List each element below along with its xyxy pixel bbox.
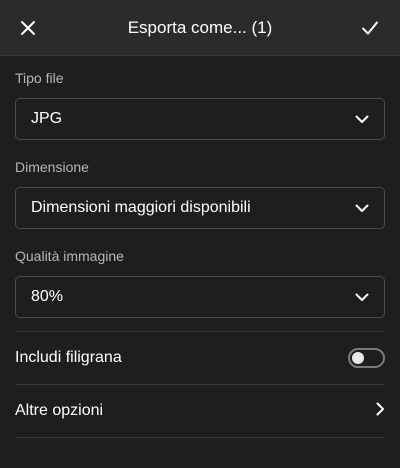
page-title: Esporta come... (1): [127, 18, 273, 37]
more-options-row[interactable]: Altre opzioni: [15, 385, 385, 437]
chevron-right-icon: [376, 402, 385, 421]
chevron-down-icon: [354, 111, 370, 127]
watermark-row: Includi filigrana: [15, 332, 385, 384]
watermark-label: Includi filigrana: [15, 349, 122, 366]
watermark-toggle[interactable]: [348, 348, 385, 368]
chevron-down-icon: [354, 289, 370, 305]
chevron-down-icon: [354, 200, 370, 216]
quality-select[interactable]: 80%: [15, 276, 385, 318]
confirm-button[interactable]: [352, 10, 388, 46]
dimension-select[interactable]: Dimensioni maggiori disponibili: [15, 187, 385, 229]
file-type-value: JPG: [31, 110, 63, 127]
more-options-label: Altre opzioni: [15, 402, 104, 419]
file-type-label: Tipo file: [15, 70, 64, 86]
quality-label: Qualità immagine: [15, 248, 124, 264]
close-button[interactable]: [10, 10, 46, 46]
dimension-value: Dimensioni maggiori disponibili: [31, 199, 251, 216]
file-type-select[interactable]: JPG: [15, 98, 385, 140]
toggle-knob: [352, 352, 364, 364]
divider: [15, 437, 385, 438]
dimension-label: Dimensione: [15, 159, 89, 175]
header-bar: Esporta come... (1): [0, 0, 400, 56]
quality-value: 80%: [31, 288, 64, 305]
close-icon: [21, 21, 35, 35]
checkmark-icon: [362, 21, 378, 35]
